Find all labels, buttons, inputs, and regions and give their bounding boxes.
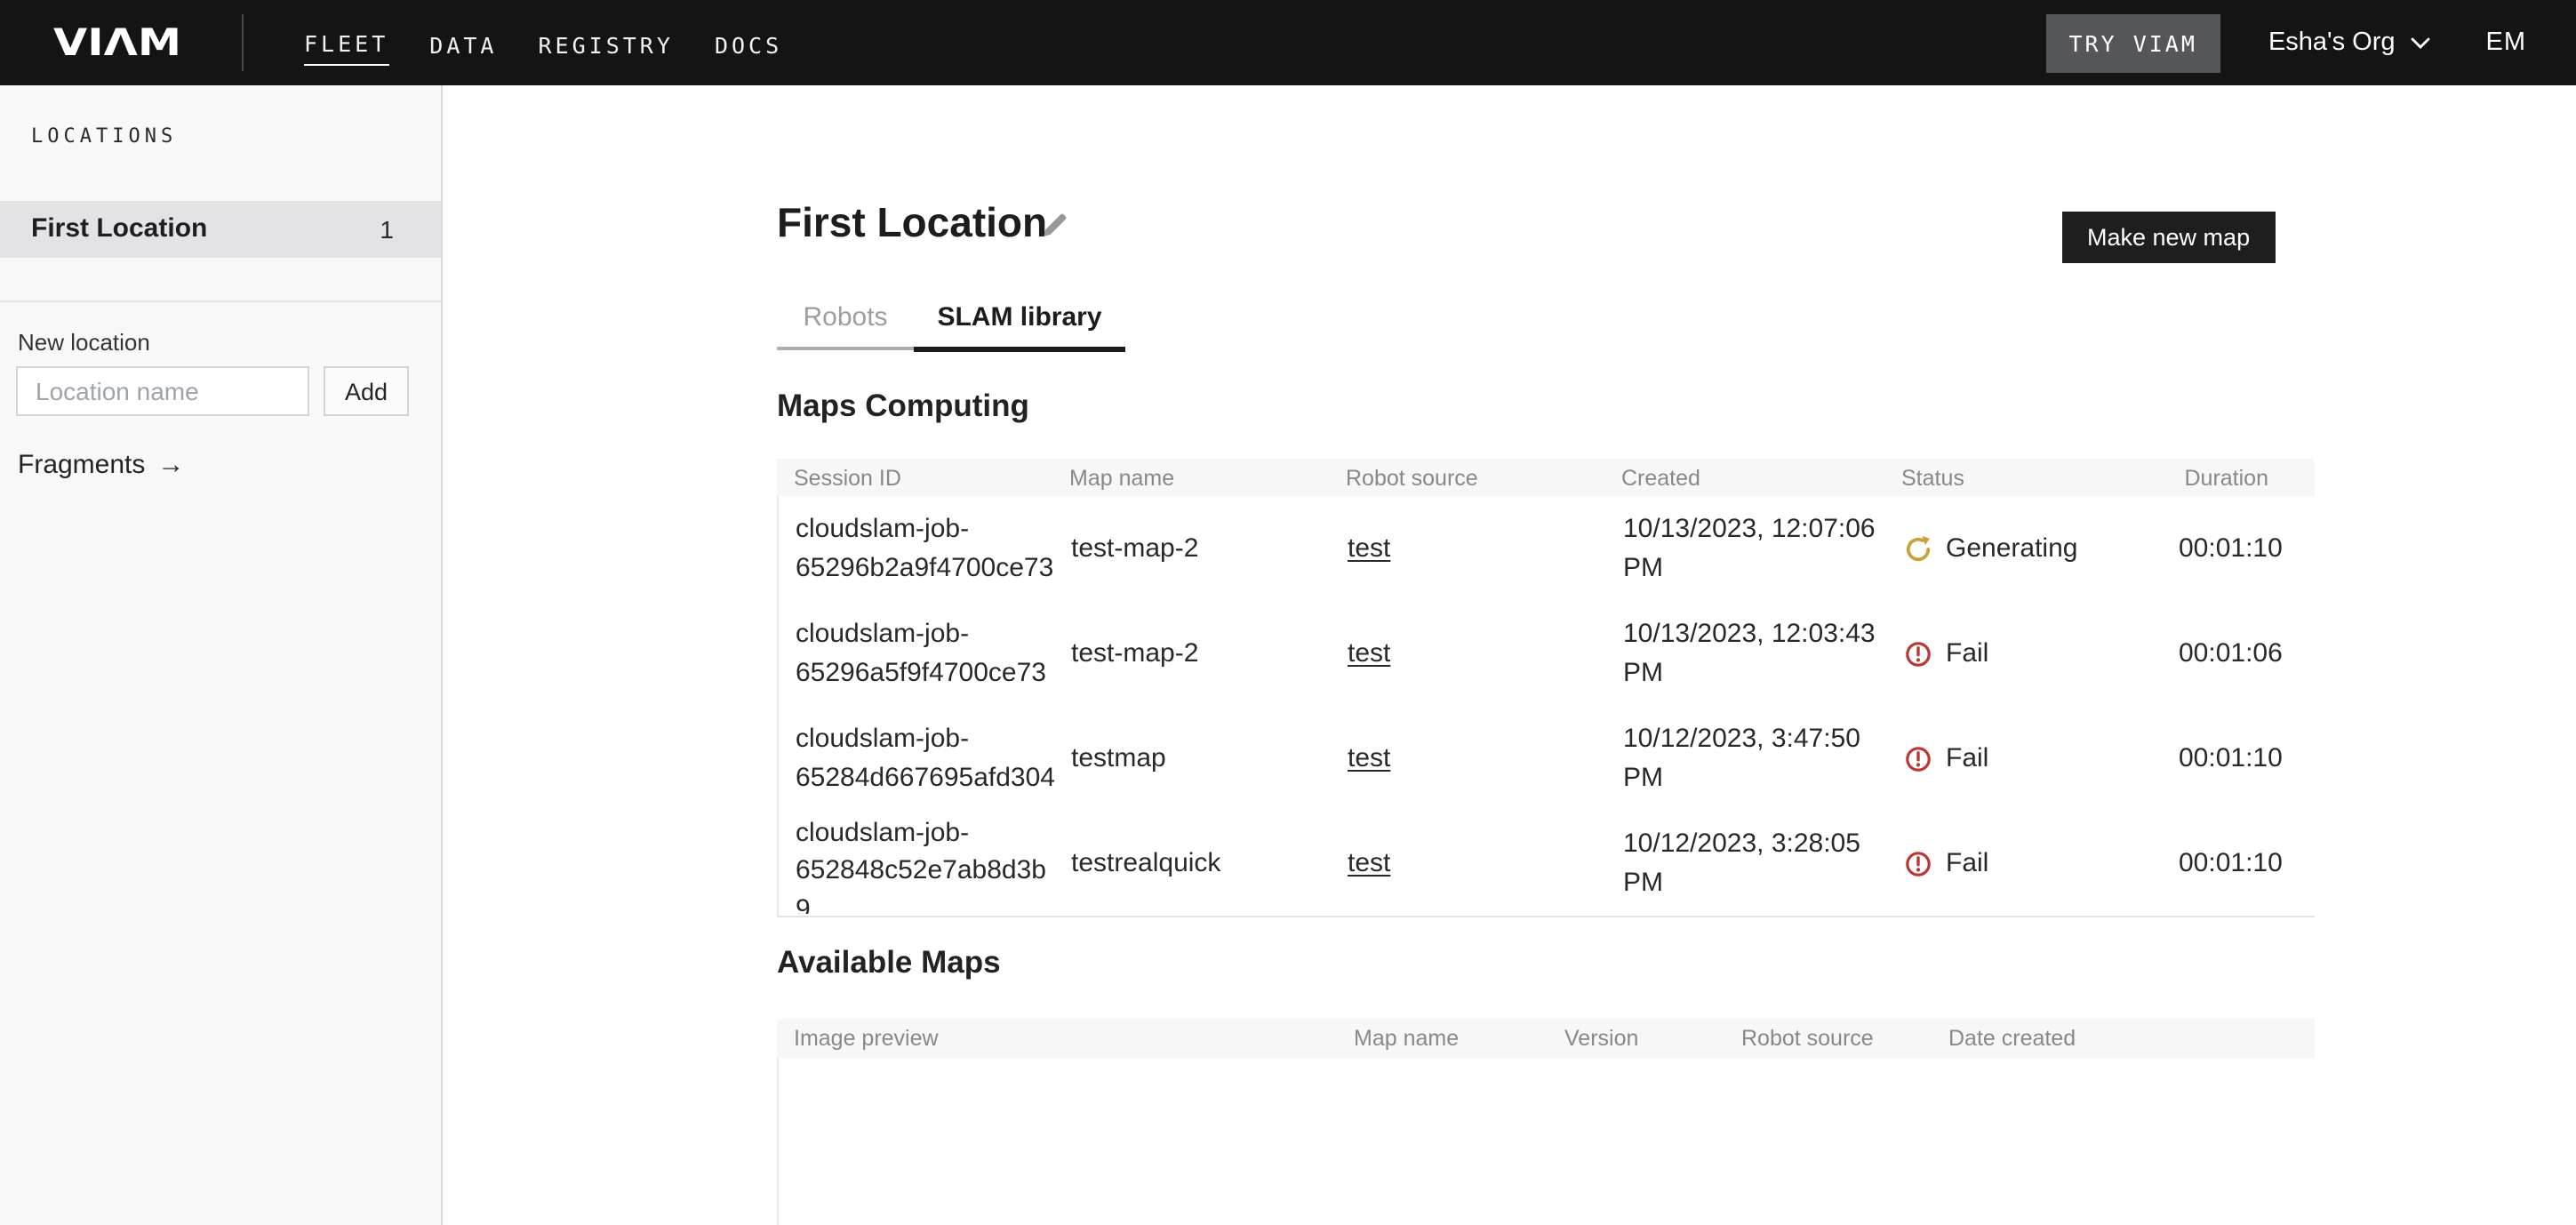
- generating-spinner-icon: [1903, 534, 1932, 563]
- table-row[interactable]: cloudslam-job-65296b2a9f4700ce73 test-ma…: [779, 496, 2315, 601]
- nav-link-data[interactable]: DATA: [429, 20, 497, 65]
- new-location-label: New location: [18, 329, 150, 356]
- col-map-name: Map name: [1069, 465, 1346, 490]
- col-image-preview: Image preview: [794, 1026, 939, 1051]
- fragments-label: Fragments: [18, 450, 145, 480]
- table-header-row: Session ID Map name Robot source Created…: [777, 459, 2315, 496]
- arrow-right-icon: →: [157, 450, 184, 480]
- col-map-name: Map name: [1354, 1026, 1459, 1051]
- edit-pencil-icon[interactable]: [1040, 210, 1070, 240]
- chevron-down-icon: [2412, 36, 2431, 49]
- user-initials-avatar[interactable]: EM: [2486, 28, 2527, 57]
- col-session-id: Session ID: [794, 465, 1069, 490]
- location-robot-count: 1: [380, 215, 394, 244]
- try-viam-button[interactable]: TRY VIAM: [2046, 13, 2220, 72]
- locations-sidebar: LOCATIONS First Location 1 New location …: [0, 85, 442, 1225]
- top-nav: VIΛM FLEET DATA REGISTRY DOCS TRY VIAM E…: [0, 0, 2576, 85]
- col-date-created: Date created: [1948, 1026, 2076, 1051]
- duration: 00:01:10: [2179, 844, 2329, 883]
- nav-link-docs[interactable]: DOCS: [715, 20, 782, 65]
- map-name: test-map-2: [1071, 634, 1348, 673]
- status-label: Fail: [1946, 844, 1988, 883]
- status-badge: Fail: [1903, 634, 2179, 673]
- map-name: test-map-2: [1071, 529, 1348, 568]
- sidebar-item-first-location[interactable]: First Location 1: [0, 200, 440, 258]
- table-row[interactable]: cloudslam-job-65296a5f9f4700ce73 test-ma…: [779, 601, 2315, 706]
- fragments-link[interactable]: Fragments →: [18, 450, 184, 480]
- col-robot-source: Robot source: [1346, 465, 1621, 490]
- available-maps-heading: Available Maps: [777, 944, 1001, 981]
- location-name-input[interactable]: [16, 366, 308, 416]
- sidebar-divider: [0, 300, 440, 301]
- robot-source-link[interactable]: test: [1348, 742, 1390, 773]
- session-id: cloudslam-job-65296b2a9f4700ce73: [796, 510, 1059, 588]
- col-duration: Duration: [2177, 465, 2315, 490]
- org-switcher[interactable]: Esha's Org: [2268, 28, 2431, 57]
- robot-source-link[interactable]: test: [1348, 532, 1390, 563]
- table-row[interactable]: cloudslam-job-65284d667695afd304 testmap…: [779, 706, 2315, 811]
- col-status: Status: [1901, 465, 2177, 490]
- session-id: cloudslam-job-65284d667695afd304: [796, 720, 1059, 797]
- created-timestamp: 10/12/2023, 3:28:05 PM: [1623, 825, 1890, 902]
- col-robot-source: Robot source: [1741, 1026, 1874, 1051]
- col-version: Version: [1564, 1026, 1638, 1051]
- tab-slam-library[interactable]: SLAM library: [914, 302, 1125, 350]
- duration: 00:01:06: [2179, 634, 2329, 673]
- nav-link-fleet[interactable]: FLEET: [304, 20, 388, 66]
- col-created: Created: [1621, 465, 1901, 490]
- robot-source-link[interactable]: test: [1348, 847, 1390, 877]
- locations-heading: LOCATIONS: [31, 124, 440, 148]
- tab-robots[interactable]: Robots: [777, 302, 914, 350]
- created-timestamp: 10/13/2023, 12:07:06 PM: [1623, 510, 1890, 588]
- maps-computing-heading: Maps Computing: [777, 388, 1029, 425]
- status-badge: Fail: [1903, 739, 2179, 778]
- location-tabs: Robots SLAM library: [777, 302, 1125, 350]
- viam-logo[interactable]: VIΛM: [53, 21, 185, 64]
- location-name: First Location: [31, 214, 207, 244]
- top-nav-right: TRY VIAM Esha's Org EM: [2046, 13, 2527, 72]
- session-id: cloudslam-job-652848c52e7ab8d3b9: [796, 813, 1059, 913]
- status-label: Fail: [1946, 634, 1988, 673]
- duration: 00:01:10: [2179, 739, 2329, 778]
- duration: 00:01:10: [2179, 529, 2329, 568]
- nav-divider: [242, 14, 244, 71]
- viam-logo-icon: VIΛM: [53, 21, 185, 64]
- available-maps-table-header: Image preview Map name Version Robot sou…: [777, 1019, 2315, 1058]
- page-title: First Location: [777, 199, 1047, 247]
- make-new-map-button[interactable]: Make new map: [2062, 212, 2275, 263]
- table-body: cloudslam-job-65296b2a9f4700ce73 test-ma…: [777, 496, 2315, 917]
- map-name: testmap: [1071, 739, 1348, 778]
- fail-alert-icon: [1903, 744, 1932, 773]
- created-timestamp: 10/12/2023, 3:47:50 PM: [1623, 720, 1890, 797]
- available-maps-table-edge: [777, 1058, 779, 1225]
- primary-nav: FLEET DATA REGISTRY DOCS: [304, 20, 782, 66]
- map-name: testrealquick: [1071, 844, 1348, 883]
- maps-computing-table: Session ID Map name Robot source Created…: [777, 459, 2315, 917]
- add-location-button[interactable]: Add: [324, 366, 409, 416]
- fail-alert-icon: [1903, 849, 1932, 877]
- robot-source-link[interactable]: test: [1348, 637, 1390, 668]
- status-label: Fail: [1946, 739, 1988, 778]
- status-label: Generating: [1946, 529, 2077, 568]
- table-row[interactable]: cloudslam-job-652848c52e7ab8d3b9 testrea…: [779, 811, 2315, 916]
- created-timestamp: 10/13/2023, 12:03:43 PM: [1623, 615, 1890, 693]
- session-id: cloudslam-job-65296a5f9f4700ce73: [796, 615, 1059, 693]
- status-badge: Generating: [1903, 529, 2179, 568]
- status-badge: Fail: [1903, 844, 2179, 883]
- nav-link-registry[interactable]: REGISTRY: [539, 20, 674, 65]
- org-name: Esha's Org: [2268, 28, 2396, 57]
- fail-alert-icon: [1903, 639, 1932, 668]
- svg-text:VIΛM: VIΛM: [53, 21, 181, 64]
